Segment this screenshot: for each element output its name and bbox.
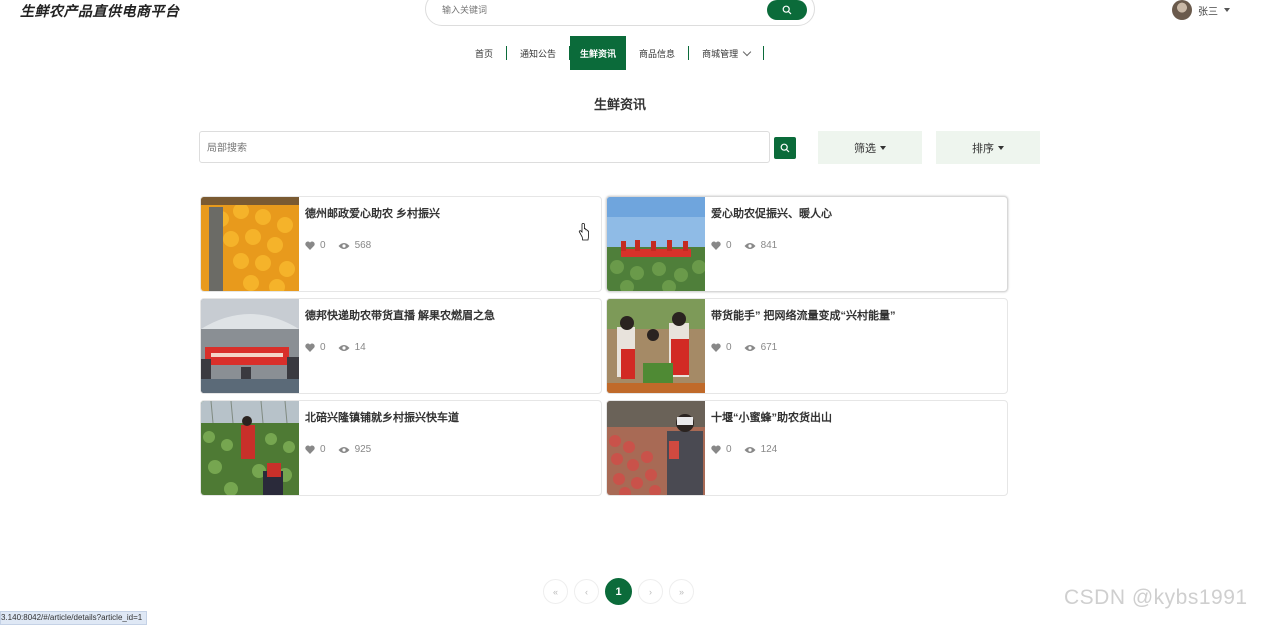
search-icon <box>782 5 792 15</box>
nav-item-mall-management[interactable]: 商城管理 <box>689 36 763 70</box>
heart-icon <box>305 343 315 352</box>
nav-divider <box>763 46 765 60</box>
heart-icon <box>305 241 315 250</box>
eye-icon <box>744 446 756 453</box>
heart-icon <box>711 445 721 454</box>
nav-item-products[interactable]: 商品信息 <box>626 36 688 70</box>
local-search-box <box>199 131 770 163</box>
article-card[interactable]: 德州邮政爱心助农 乡村振兴 0 568 <box>200 196 602 292</box>
filter-label: 筛选 <box>854 142 876 155</box>
avatar[interactable] <box>1172 0 1192 20</box>
sort-button[interactable]: 排序 <box>936 131 1040 164</box>
article-stats: 0 925 <box>305 444 371 455</box>
article-title[interactable]: 北碚兴隆镇铺就乡村振兴快车道 <box>305 409 459 425</box>
sort-label: 排序 <box>972 142 994 155</box>
like-count: 0 <box>320 342 326 353</box>
view-count: 841 <box>760 240 778 251</box>
chevron-down-icon <box>742 47 752 56</box>
status-bar-url: 3.140:8042/#/article/details?article_id=… <box>0 611 148 625</box>
prev-page-button[interactable]: ‹ <box>574 579 599 604</box>
article-title[interactable]: 爱心助农促振兴、暖人心 <box>711 205 832 221</box>
next-page-button[interactable]: › <box>638 579 663 604</box>
eye-icon <box>744 344 756 351</box>
last-page-button[interactable]: » <box>669 579 694 604</box>
like-count: 0 <box>726 240 732 251</box>
article-thumbnail[interactable] <box>201 401 299 496</box>
local-search-input[interactable] <box>205 142 709 155</box>
article-thumbnail[interactable] <box>607 401 705 496</box>
top-search-button[interactable] <box>767 0 807 20</box>
heart-icon <box>305 445 315 454</box>
article-stats: 0 568 <box>305 240 371 251</box>
eye-icon <box>744 242 756 249</box>
view-count: 925 <box>354 444 372 455</box>
top-search-input[interactable] <box>440 4 744 16</box>
view-count: 14 <box>354 342 366 353</box>
article-card[interactable]: 爱心助农促振兴、暖人心 0 841 <box>606 196 1008 292</box>
view-count: 124 <box>760 444 778 455</box>
local-search-button[interactable] <box>774 137 796 159</box>
nav-item-label: 首页 <box>475 48 494 59</box>
article-title[interactable]: 德邦快递助农带货直播 解果农燃眉之急 <box>305 307 495 323</box>
nav-item-notices[interactable]: 通知公告 <box>507 36 569 70</box>
eye-icon <box>338 446 350 453</box>
article-thumbnail[interactable] <box>201 197 299 292</box>
nav-item-label: 商品信息 <box>639 48 676 59</box>
article-thumbnail[interactable] <box>607 197 705 292</box>
nav-item-home[interactable]: 首页 <box>462 36 506 70</box>
nav-item-label: 通知公告 <box>520 48 557 59</box>
article-title[interactable]: 带货能手” 把网络流量变成“兴村能量” <box>711 307 896 323</box>
like-count: 0 <box>726 342 732 353</box>
user-menu[interactable]: 张三 <box>1172 0 1230 20</box>
article-title[interactable]: 十堰“小蜜蜂”助农货出山 <box>711 409 832 425</box>
like-count: 0 <box>726 444 732 455</box>
nav-item-label: 生鲜资讯 <box>580 48 617 59</box>
heart-icon <box>711 241 721 250</box>
article-thumbnail[interactable] <box>201 299 299 394</box>
watermark: CSDN @kybs1991 <box>1064 586 1248 609</box>
article-stats: 0 124 <box>711 444 777 455</box>
like-count: 0 <box>320 444 326 455</box>
article-stats: 0 841 <box>711 240 777 251</box>
article-card[interactable]: 北碚兴隆镇铺就乡村振兴快车道 0 925 <box>200 400 602 496</box>
page-title: 生鲜资讯 <box>593 97 646 112</box>
user-name[interactable]: 张三 <box>1198 3 1218 18</box>
top-search-box <box>425 0 815 26</box>
hand-cursor-icon <box>578 223 589 241</box>
article-card[interactable]: 带货能手” 把网络流量变成“兴村能量” 0 671 <box>606 298 1008 394</box>
eye-icon <box>338 242 350 249</box>
like-count: 0 <box>320 240 326 251</box>
nav-item-fresh-news[interactable]: 生鲜资讯 <box>570 36 627 70</box>
caret-down-icon <box>998 145 1004 150</box>
eye-icon <box>338 344 350 351</box>
caret-down-icon <box>1224 8 1230 12</box>
site-title[interactable]: 生鲜农产品直供电商平台 <box>20 1 180 21</box>
main-nav: 首页 通知公告 生鲜资讯 商品信息 商城管理 <box>462 36 765 70</box>
article-stats: 0 671 <box>711 342 777 353</box>
pagination: « ‹ 1 › » <box>543 578 694 605</box>
nav-item-label: 商城管理 <box>702 48 739 59</box>
filter-button[interactable]: 筛选 <box>818 131 922 164</box>
view-count: 568 <box>354 240 372 251</box>
article-thumbnail[interactable] <box>607 299 705 394</box>
view-count: 671 <box>760 342 778 353</box>
article-card[interactable]: 德邦快递助农带货直播 解果农燃眉之急 0 14 <box>200 298 602 394</box>
heart-icon <box>711 343 721 352</box>
current-page-button[interactable]: 1 <box>605 578 632 605</box>
search-icon <box>780 143 790 153</box>
article-card[interactable]: 十堰“小蜜蜂”助农货出山 0 124 <box>606 400 1008 496</box>
caret-down-icon <box>880 145 886 150</box>
article-stats: 0 14 <box>305 342 366 353</box>
first-page-button[interactable]: « <box>543 579 568 604</box>
article-title[interactable]: 德州邮政爱心助农 乡村振兴 <box>305 205 440 221</box>
